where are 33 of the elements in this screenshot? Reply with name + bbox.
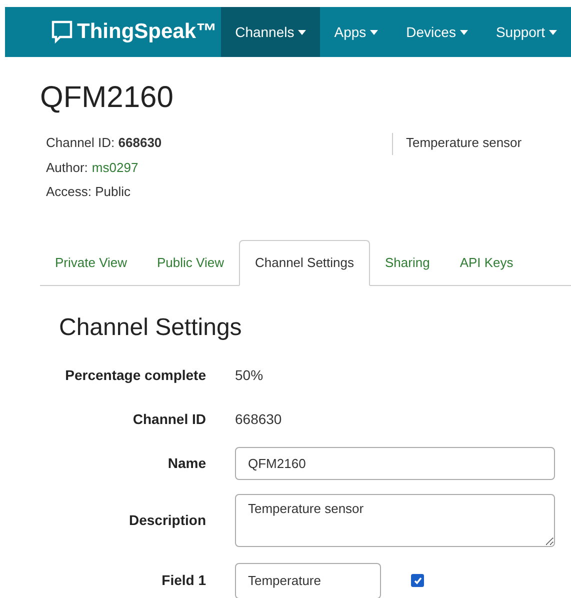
tab[interactable]: Sharing: [370, 240, 445, 286]
field-label: Field 1: [160, 571, 206, 590]
field-checkbox[interactable]: [411, 574, 424, 587]
author-link[interactable]: ms0297: [92, 158, 138, 177]
field-value: 668630: [235, 410, 282, 429]
access-text: Access: Public: [46, 183, 132, 201]
caret-icon: [460, 30, 468, 34]
tab[interactable]: Public View: [142, 240, 239, 286]
tab[interactable]: Channel Settings: [238, 240, 370, 286]
tab[interactable]: Private View: [40, 240, 142, 286]
nav-menu[interactable]: Channels: [221, 7, 320, 57]
field-label: Channel ID: [132, 410, 206, 429]
field-input[interactable]: Temperature: [235, 562, 381, 598]
caret-icon: [549, 30, 557, 34]
author-label: Author:: [46, 158, 88, 176]
name-input[interactable]: QFM2160: [235, 447, 555, 480]
channel-title: QFM2160: [40, 83, 174, 113]
tab[interactable]: API Keys: [444, 240, 528, 286]
section-heading: Channel Settings: [59, 316, 243, 340]
nav-menu[interactable]: Support: [482, 7, 571, 57]
channel-id: Channel ID: 668630: [46, 134, 163, 152]
brand-logo[interactable]: ThingSpeak™: [77, 16, 218, 48]
caret-icon: [298, 30, 306, 34]
channel-description: Temperature sensor: [406, 135, 522, 150]
field-label: Description: [128, 511, 206, 530]
description-input[interactable]: Temperature sensor: [235, 494, 555, 547]
caret-icon: [370, 30, 378, 34]
field-value: 50%: [235, 366, 264, 385]
chat-bubble-icon: [51, 20, 73, 44]
nav-menu[interactable]: Devices: [392, 7, 482, 57]
field-label: Name: [166, 454, 206, 473]
nav-menu[interactable]: Apps: [320, 7, 392, 57]
field-label: Percentage complete: [64, 366, 206, 385]
